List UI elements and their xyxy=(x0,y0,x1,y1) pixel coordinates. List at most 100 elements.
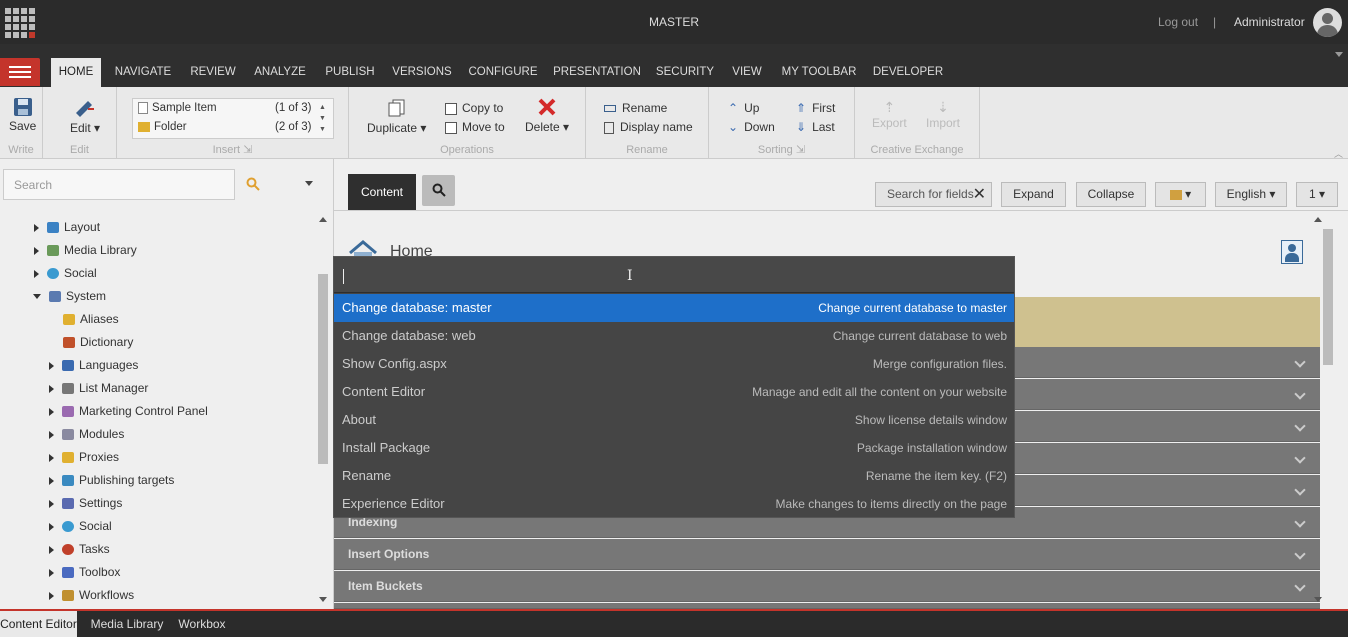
avatar[interactable] xyxy=(1313,8,1342,37)
collapse-button[interactable]: Collapse xyxy=(1076,182,1146,207)
tab-navigate[interactable]: NAVIGATE xyxy=(110,58,176,87)
tree-item-settings[interactable]: Settings xyxy=(49,493,122,513)
copy-to-button[interactable]: Copy to xyxy=(445,101,503,115)
folder-icon xyxy=(138,121,150,132)
duplicate-button[interactable]: Duplicate ▾ xyxy=(367,99,426,135)
delete-button[interactable]: Delete ▾ xyxy=(525,97,569,134)
tab-analyze[interactable]: ANALYZE xyxy=(250,58,310,87)
expand-button[interactable]: Expand xyxy=(1001,182,1066,207)
scroll-down-icon[interactable] xyxy=(1314,597,1322,602)
tab-security[interactable]: SECURITY xyxy=(652,58,718,87)
edit-button[interactable]: Edit ▾ xyxy=(70,99,100,135)
insert-folder[interactable]: Folder (2 of 3) xyxy=(138,121,311,133)
tab-configure[interactable]: CONFIGURE xyxy=(464,58,542,87)
tree-item-modules[interactable]: Modules xyxy=(49,424,124,444)
sort-first-button[interactable]: ⇑ First xyxy=(796,101,835,115)
tree-item-publishing-targets[interactable]: Publishing targets xyxy=(49,470,174,490)
tree-item-list-manager[interactable]: List Manager xyxy=(49,378,148,398)
i-beam-cursor-icon: I xyxy=(627,268,633,284)
tree-item-workflows[interactable]: Workflows xyxy=(49,585,134,605)
tab-developer[interactable]: DEVELOPER xyxy=(872,58,944,87)
tree-item-system[interactable]: System xyxy=(33,286,106,306)
user-icon[interactable] xyxy=(1281,240,1303,264)
tab-workbox[interactable]: Workbox xyxy=(173,611,231,637)
tab-view[interactable]: VIEW xyxy=(728,58,766,87)
search-fields-input[interactable]: Search for fields ✕ xyxy=(875,182,992,207)
tab-media-library[interactable]: Media Library xyxy=(85,611,169,637)
divider xyxy=(334,210,1348,211)
tree-item-media-library[interactable]: Media Library xyxy=(34,240,137,260)
command-item[interactable]: Rename Rename the item key. (F2) xyxy=(334,462,1014,490)
command-item[interactable]: Change database: web Change current datab… xyxy=(334,322,1014,350)
section-item-buckets[interactable]: Item Buckets xyxy=(334,571,1320,602)
workflows-icon xyxy=(62,590,74,602)
command-input[interactable]: I xyxy=(334,257,1014,293)
group-rename-label: Rename xyxy=(626,144,668,156)
menu-icon[interactable] xyxy=(0,58,40,86)
insert-sample-item[interactable]: Sample Item (1 of 3) xyxy=(138,102,311,114)
content-scrollbar[interactable] xyxy=(1322,215,1334,605)
move-to-button[interactable]: Move to xyxy=(445,120,505,134)
tab-publish[interactable]: PUBLISH xyxy=(320,58,380,87)
export-button[interactable]: ⇡ Export xyxy=(872,99,907,130)
list-scroll-arrows[interactable]: ▲ ▼ ▼ xyxy=(319,102,327,135)
scroll-down-icon[interactable] xyxy=(319,597,327,602)
clear-icon[interactable]: ✕ xyxy=(973,183,986,206)
display-name-button[interactable]: Display name xyxy=(604,120,693,134)
tree-item-aliases[interactable]: Aliases xyxy=(63,309,119,329)
command-item[interactable]: Install Package Package installation wind… xyxy=(334,434,1014,462)
version-select[interactable]: 1 ▾ xyxy=(1296,182,1338,207)
tree-item-languages[interactable]: Languages xyxy=(49,355,138,375)
ribbon-options-chevron-icon[interactable] xyxy=(1335,52,1343,57)
tab-my-toolbar[interactable]: MY TOOLBAR xyxy=(776,58,862,87)
sort-last-button[interactable]: ⇓ Last xyxy=(796,120,835,134)
tree-item-dictionary[interactable]: Dictionary xyxy=(63,332,133,352)
command-item[interactable]: Show Config.aspx Merge configuration file… xyxy=(334,350,1014,378)
sort-down-button[interactable]: ⌄ Down xyxy=(728,120,775,134)
tree-item-social[interactable]: Social xyxy=(34,263,97,283)
media-library-icon xyxy=(47,245,59,257)
marketing-icon xyxy=(62,406,74,418)
command-item[interactable]: Content Editor Manage and edit all the co… xyxy=(334,378,1014,406)
tree-item-tasks[interactable]: Tasks xyxy=(49,539,110,559)
chevron-down-icon: ⌄ xyxy=(728,120,739,134)
import-button[interactable]: ⇣ Import xyxy=(926,99,960,130)
command-item[interactable]: Experience Editor Make changes to items d… xyxy=(334,490,1014,518)
tree-item-social-system[interactable]: Social xyxy=(49,516,112,536)
logout-link[interactable]: Log out xyxy=(1158,15,1198,29)
view-options-button[interactable]: ▾ xyxy=(1155,182,1206,207)
save-label: Save xyxy=(9,119,37,133)
insert-options-list[interactable]: Sample Item (1 of 3) Folder (2 of 3) ▲ ▼ ▼ xyxy=(132,98,334,139)
tab-home[interactable]: HOME xyxy=(51,58,101,87)
tab-content-editor[interactable]: Content Editor xyxy=(0,611,77,637)
command-item[interactable]: Change database: master Change current da… xyxy=(334,294,1014,322)
search-input[interactable]: Search xyxy=(3,169,235,200)
search-tab[interactable] xyxy=(422,175,455,206)
save-button[interactable]: Save xyxy=(9,95,36,133)
tab-review[interactable]: REVIEW xyxy=(186,58,240,87)
rename-button[interactable]: Rename xyxy=(604,101,667,115)
scroll-up-icon[interactable] xyxy=(1314,217,1322,222)
language-select[interactable]: English ▾ xyxy=(1215,182,1287,207)
tree-scrollbar[interactable] xyxy=(318,214,328,604)
sort-up-button[interactable]: ⌃ Up xyxy=(728,101,759,115)
user-name[interactable]: Administrator xyxy=(1234,15,1305,29)
tree-item-proxies[interactable]: Proxies xyxy=(49,447,119,467)
section-insert-options[interactable]: Insert Options xyxy=(334,539,1320,570)
group-write-label: Write xyxy=(8,144,34,156)
group-edit: Edit ▾ Edit xyxy=(43,87,117,159)
group-rename: Rename Display name Rename xyxy=(586,87,709,159)
tab-content[interactable]: Content xyxy=(348,174,416,210)
tree-item-layout[interactable]: Layout xyxy=(34,217,100,237)
download-icon: ⇣ xyxy=(937,99,949,115)
languages-icon xyxy=(62,360,74,372)
tree-item-marketing-control-panel[interactable]: Marketing Control Panel xyxy=(49,401,208,421)
search-options-chevron-icon[interactable] xyxy=(305,181,313,186)
tab-versions[interactable]: VERSIONS xyxy=(390,58,454,87)
command-item[interactable]: About Show license details window xyxy=(334,406,1014,434)
toolbox-icon xyxy=(62,567,74,579)
scroll-up-icon[interactable] xyxy=(319,217,327,222)
tab-presentation[interactable]: PRESENTATION xyxy=(552,58,642,87)
tree-item-toolbox[interactable]: Toolbox xyxy=(49,562,120,582)
search-icon[interactable] xyxy=(246,177,260,191)
